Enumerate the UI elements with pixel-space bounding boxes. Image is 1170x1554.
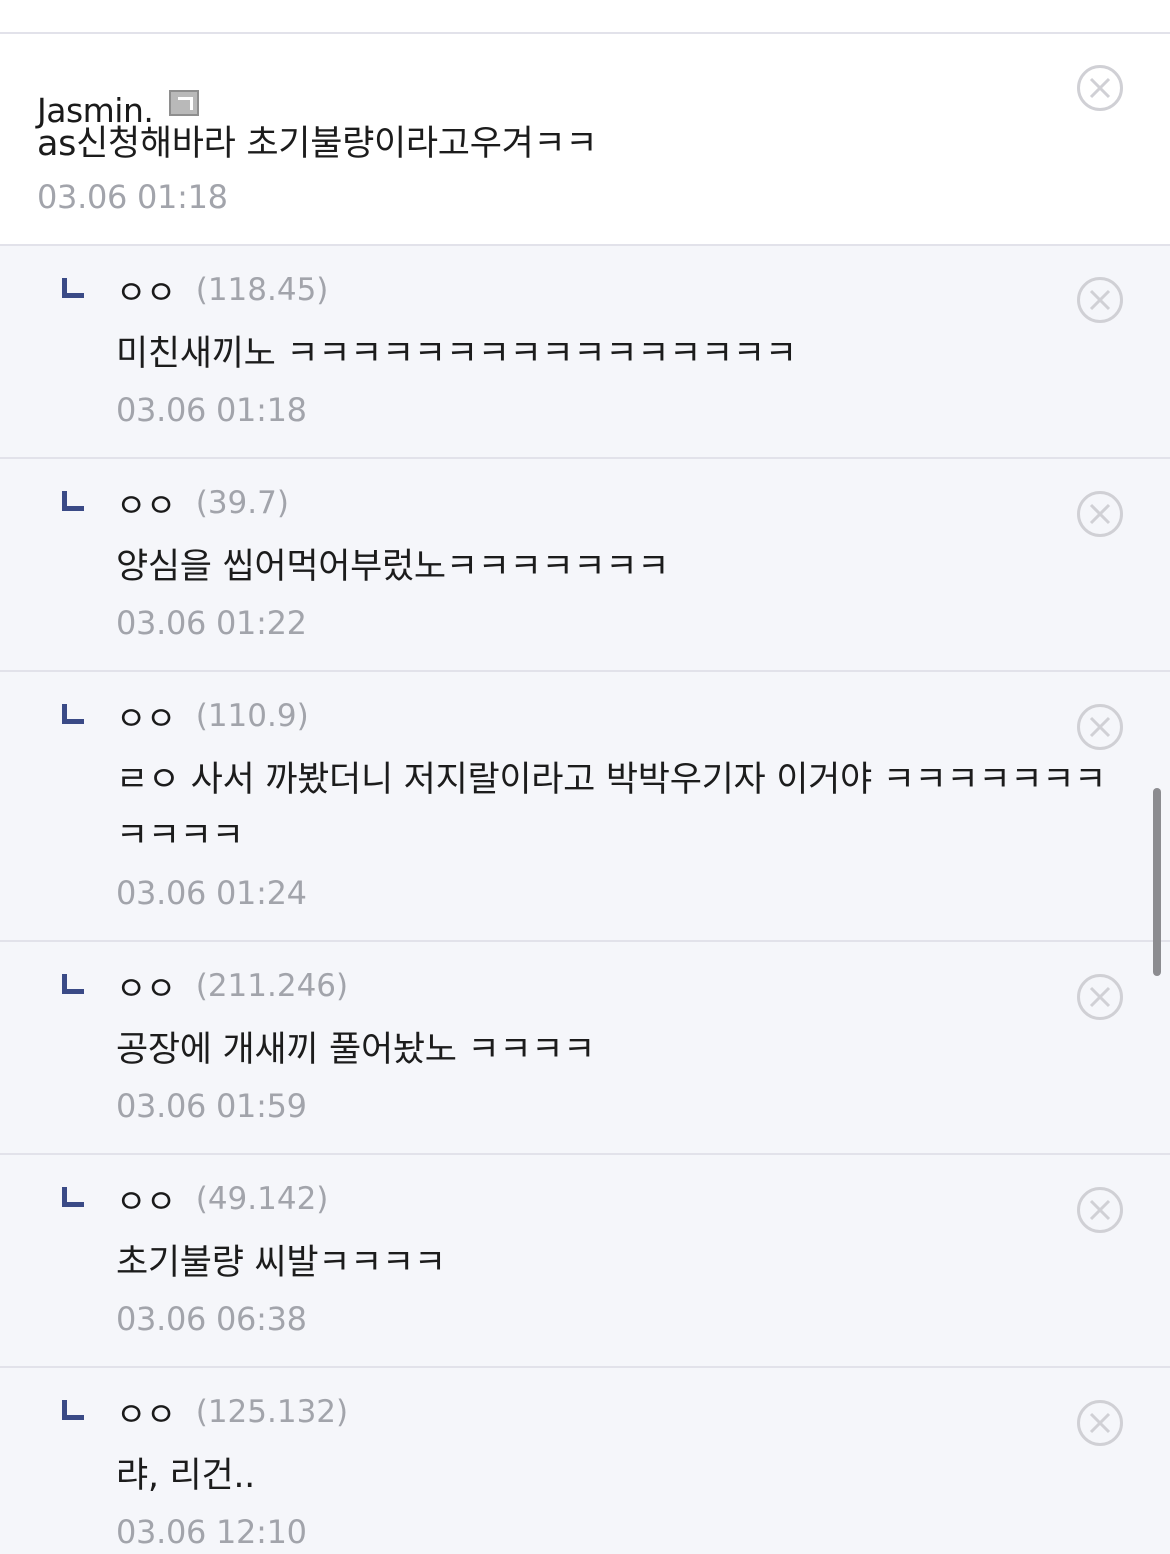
- delete-reply-button[interactable]: [1077, 1187, 1123, 1233]
- reply-text: 랴, 리건..: [116, 1456, 256, 1496]
- reply-text: 공장에 개새끼 풀어놨노 ㅋㅋㅋㅋ: [116, 1030, 596, 1070]
- reply-arrow-icon: [62, 1400, 84, 1420]
- close-circle-icon: [1089, 289, 1111, 311]
- reply-item: ㅇㅇ (125.132) 랴, 리건.. 03.06 12:10: [0, 1368, 1170, 1554]
- reply-timestamp: 03.06 01:59: [116, 1087, 307, 1125]
- reply-nickname[interactable]: ㅇㅇ: [116, 962, 176, 1010]
- reply-nickname[interactable]: ㅇㅇ: [116, 1175, 176, 1223]
- reply-ip: (49.142): [195, 1181, 329, 1217]
- reply-nickname[interactable]: ㅇㅇ: [116, 692, 176, 740]
- close-circle-icon: [1089, 503, 1111, 525]
- reply-author-line: ㅇㅇ (39.7): [116, 481, 289, 525]
- reply-ip: (110.9): [195, 698, 309, 734]
- reply-text: 양심을 씹어먹어부렀노ㅋㅋㅋㅋㅋㅋㅋ: [116, 547, 670, 587]
- reply-author-line: ㅇㅇ (125.132): [116, 1390, 348, 1434]
- reply-item: ㅇㅇ (118.45) 미친새끼노 ㅋㅋㅋㅋㅋㅋㅋㅋㅋㅋㅋㅋㅋㅋㅋㅋ 03.06…: [0, 246, 1170, 459]
- close-circle-icon: [1089, 986, 1111, 1008]
- reply-text: ㄹㅇ 사서 까봤더니 저지랄이라고 박박우기자 이거야 ㅋㅋㅋㅋㅋㅋㅋㅋㅋㅋㅋ: [116, 760, 1107, 856]
- reply-item: ㅇㅇ (211.246) 공장에 개새끼 풀어놨노 ㅋㅋㅋㅋ 03.06 01:…: [0, 942, 1170, 1155]
- scrollbar-thumb[interactable]: [1153, 788, 1161, 976]
- reply-author-line: ㅇㅇ (49.142): [116, 1177, 328, 1221]
- reply-arrow-icon: [62, 704, 84, 724]
- reply-ip: (39.7): [195, 485, 289, 521]
- reply-ip: (211.246): [195, 968, 349, 1004]
- reply-arrow-icon: [62, 974, 84, 994]
- reply-timestamp: 03.06 06:38: [116, 1300, 307, 1338]
- delete-reply-button[interactable]: [1077, 1400, 1123, 1446]
- gallery-member-icon: [169, 90, 200, 116]
- delete-reply-button[interactable]: [1077, 974, 1123, 1020]
- comment-list-page: Jasmin. as신청해바라 초기불량이라고우겨ㅋㅋ 03.06 01:18 …: [0, 0, 1170, 1554]
- reply-timestamp: 03.06 12:10: [116, 1513, 307, 1551]
- top-divider: [0, 0, 1170, 34]
- reply-nickname[interactable]: ㅇㅇ: [116, 479, 176, 527]
- reply-text: 미친새끼노 ㅋㅋㅋㅋㅋㅋㅋㅋㅋㅋㅋㅋㅋㅋㅋㅋ: [116, 334, 797, 374]
- reply-arrow-icon: [62, 1187, 84, 1207]
- reply-author-line: ㅇㅇ (118.45): [116, 268, 328, 312]
- reply-timestamp: 03.06 01:18: [116, 391, 307, 429]
- reply-timestamp: 03.06 01:22: [116, 604, 307, 642]
- delete-reply-button[interactable]: [1077, 704, 1123, 750]
- close-circle-icon: [1089, 1412, 1111, 1434]
- reply-ip: (118.45): [195, 272, 329, 308]
- reply-author-line: ㅇㅇ (110.9): [116, 694, 309, 738]
- reply-item: ㅇㅇ (49.142) 초기불량 씨발ㅋㅋㅋㅋ 03.06 06:38: [0, 1155, 1170, 1368]
- comment-text: as신청해바라 초기불량이라고우겨ㅋㅋ: [37, 124, 598, 164]
- reply-item: ㅇㅇ (39.7) 양심을 씹어먹어부렀노ㅋㅋㅋㅋㅋㅋㅋ 03.06 01:22: [0, 459, 1170, 672]
- delete-reply-button[interactable]: [1077, 491, 1123, 537]
- reply-arrow-icon: [62, 278, 84, 298]
- reply-nickname[interactable]: ㅇㅇ: [116, 1388, 176, 1436]
- delete-comment-button[interactable]: [1077, 65, 1123, 111]
- comment-timestamp: 03.06 01:18: [37, 178, 228, 216]
- reply-text: 초기불량 씨발ㅋㅋㅋㅋ: [116, 1243, 446, 1283]
- reply-author-line: ㅇㅇ (211.246): [116, 964, 348, 1008]
- close-circle-icon: [1089, 716, 1111, 738]
- reply-timestamp: 03.06 01:24: [116, 874, 307, 912]
- reply-nickname[interactable]: ㅇㅇ: [116, 266, 176, 314]
- delete-reply-button[interactable]: [1077, 277, 1123, 323]
- comment-item: Jasmin. as신청해바라 초기불량이라고우겨ㅋㅋ 03.06 01:18: [0, 34, 1170, 246]
- reply-ip: (125.132): [195, 1394, 349, 1430]
- reply-arrow-icon: [62, 491, 84, 511]
- close-circle-icon: [1089, 77, 1111, 99]
- reply-item: ㅇㅇ (110.9) ㄹㅇ 사서 까봤더니 저지랄이라고 박박우기자 이거야 ㅋ…: [0, 672, 1170, 942]
- close-circle-icon: [1089, 1199, 1111, 1221]
